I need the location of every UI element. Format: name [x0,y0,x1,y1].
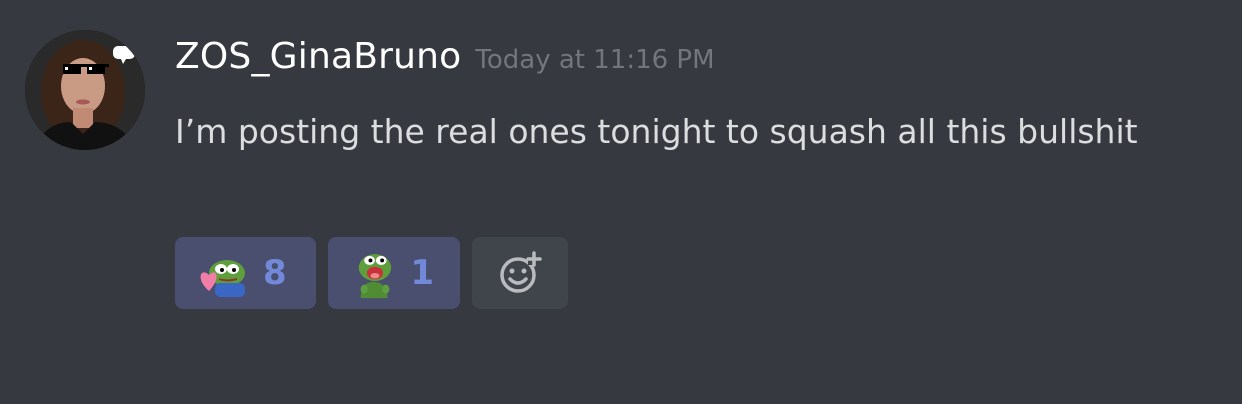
message-content: I’m posting the real ones tonight to squ… [175,112,1138,151]
add-reaction-icon [500,251,542,293]
user-avatar[interactable] [25,30,145,150]
avatar-image [25,30,145,150]
chat-message: ZOS_GinaBruno Today at 11:16 PM I’m post… [0,0,1242,404]
message-timestamp: Today at 11:16 PM [475,45,715,75]
add-reaction-button[interactable] [472,237,568,309]
reaction-count: 1 [410,253,434,293]
pepe-screaming-emoji [358,254,392,299]
reaction-bar: 8 1 [175,237,568,309]
pepe-hug-heart-emoji [200,260,245,297]
message-header: ZOS_GinaBruno Today at 11:16 PM [175,36,715,86]
reaction-pepe-scream[interactable]: 1 [328,237,460,309]
reaction-pepe-hug[interactable]: 8 [175,237,316,309]
author-username[interactable]: ZOS_GinaBruno [175,36,461,77]
reaction-count: 8 [263,253,287,293]
